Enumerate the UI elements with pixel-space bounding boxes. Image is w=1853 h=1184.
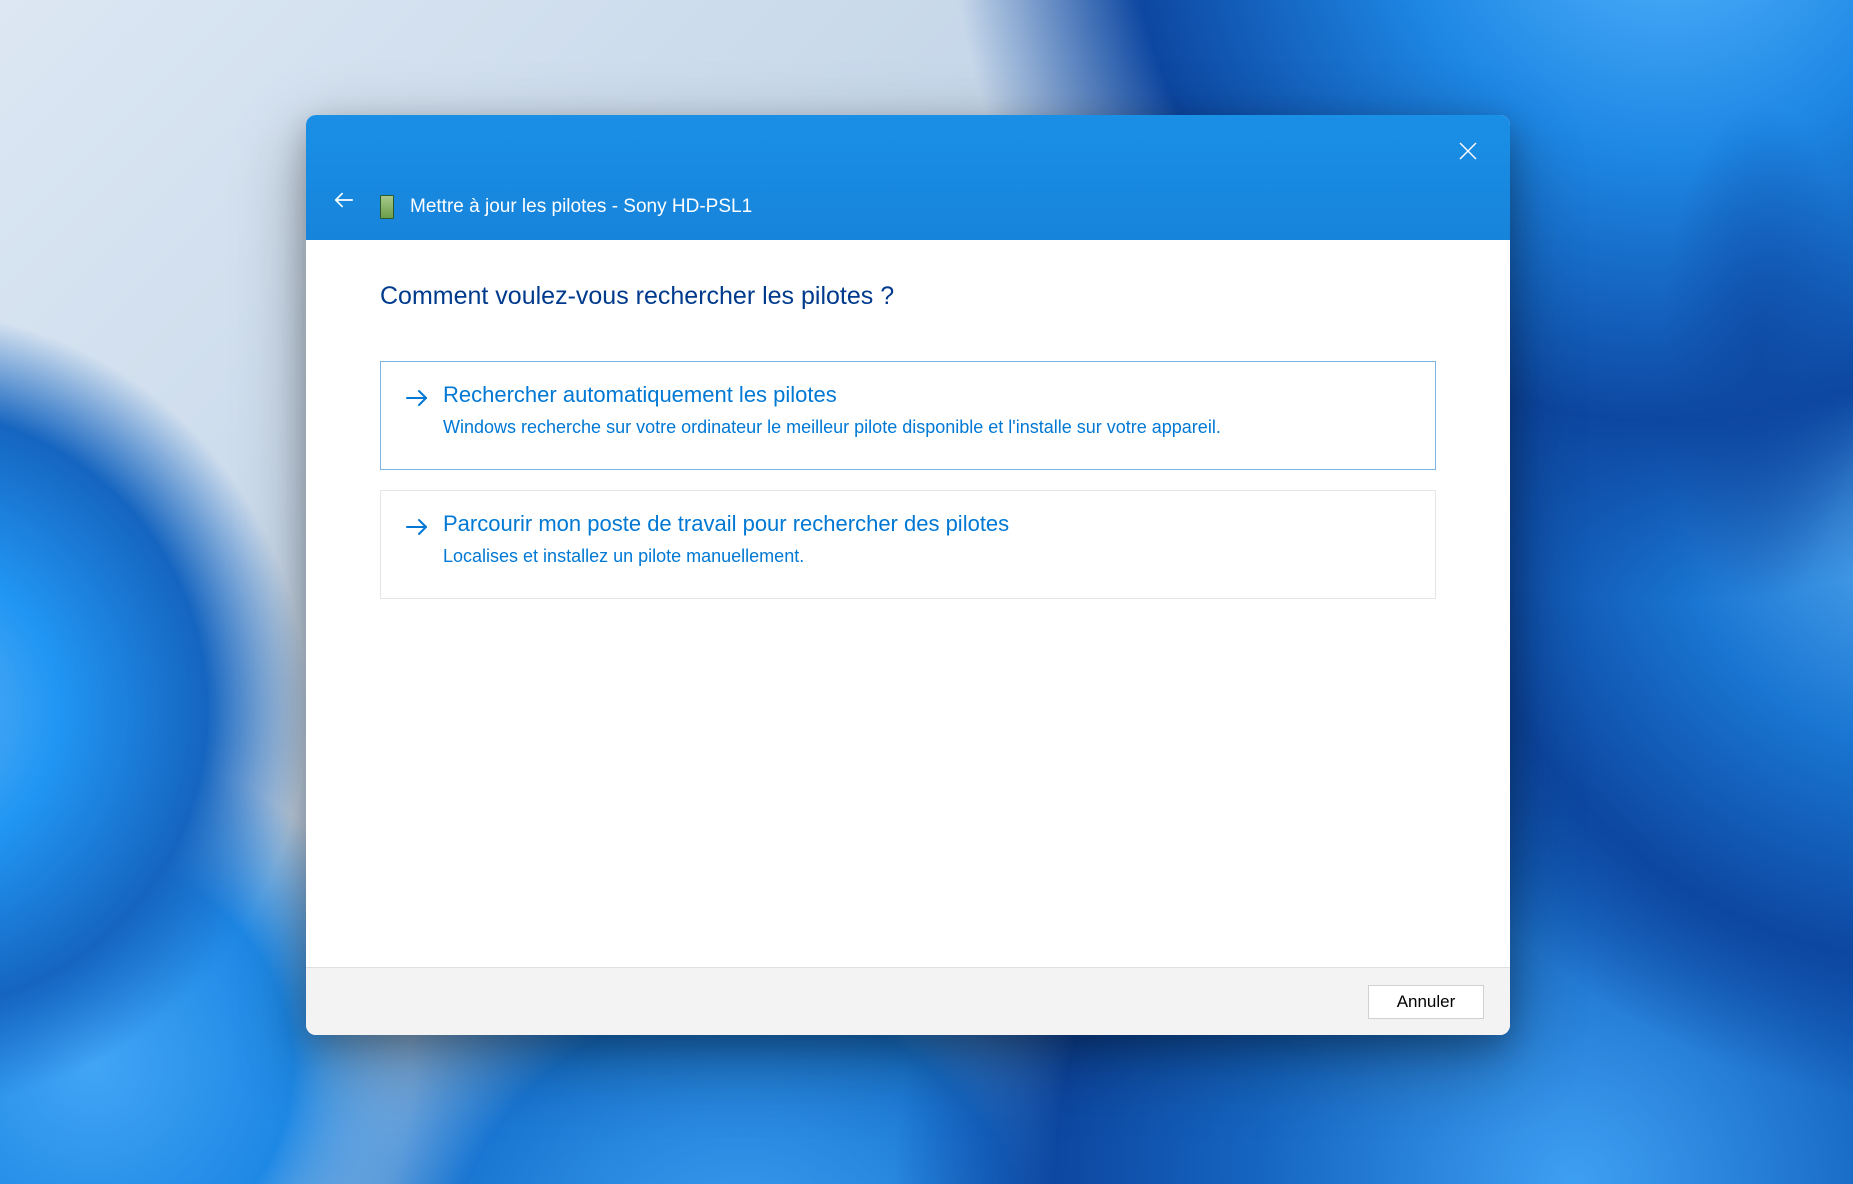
arrow-left-icon — [333, 189, 355, 216]
dialog-titlebar: Mettre à jour les pilotes - Sony HD-PSL1 — [306, 115, 1510, 240]
cancel-button[interactable]: Annuler — [1368, 985, 1484, 1019]
dialog-title: Mettre à jour les pilotes - Sony HD-PSL1 — [410, 196, 752, 218]
arrow-right-icon — [405, 515, 429, 544]
update-driver-dialog: Mettre à jour les pilotes - Sony HD-PSL1… — [306, 115, 1510, 1035]
dialog-footer: Annuler — [306, 967, 1510, 1035]
arrow-right-icon — [405, 386, 429, 415]
page-heading: Comment voulez-vous rechercher les pilot… — [380, 282, 1436, 311]
option-description: Windows recherche sur votre ordinateur l… — [443, 414, 1411, 441]
option-description: Localises et installez un pilote manuell… — [443, 543, 1411, 570]
option-browse-computer[interactable]: Parcourir mon poste de travail pour rech… — [380, 490, 1436, 599]
back-button[interactable] — [328, 186, 360, 218]
option-text: Parcourir mon poste de travail pour rech… — [443, 511, 1411, 570]
device-icon — [378, 194, 396, 220]
option-title: Parcourir mon poste de travail pour rech… — [443, 511, 1411, 537]
dialog-content: Comment voulez-vous rechercher les pilot… — [306, 240, 1510, 967]
close-icon — [1459, 142, 1477, 165]
option-title: Rechercher automatiquement les pilotes — [443, 382, 1411, 408]
option-text: Rechercher automatiquement les pilotes W… — [443, 382, 1411, 441]
option-search-automatically[interactable]: Rechercher automatiquement les pilotes W… — [380, 361, 1436, 470]
close-button[interactable] — [1448, 133, 1488, 173]
option-list: Rechercher automatiquement les pilotes W… — [380, 361, 1436, 599]
